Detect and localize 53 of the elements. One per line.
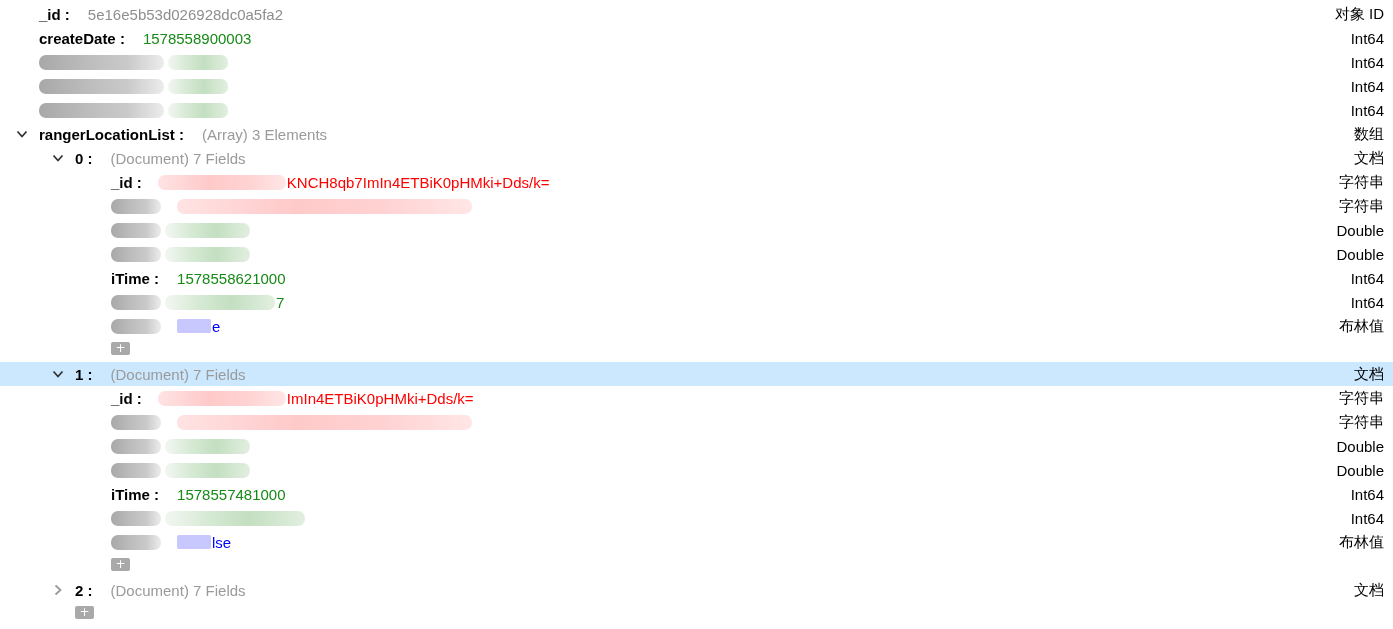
field-type: Int64 xyxy=(1350,77,1384,95)
field-value: 1578557481000 xyxy=(177,485,286,503)
field-type: 文档 xyxy=(1354,580,1384,600)
field-type: 对象 ID xyxy=(1334,4,1384,24)
field-summary: (Document) 7 Fields xyxy=(110,365,246,383)
field-value: 1578558621000 xyxy=(177,269,286,287)
field-summary: (Document) 7 Fields xyxy=(110,149,246,167)
field-value: 7 xyxy=(276,293,285,311)
field-key: iTime : xyxy=(111,485,160,503)
field-type: 文档 xyxy=(1354,364,1384,384)
chevron-right-icon[interactable] xyxy=(52,584,64,596)
field-key: 0 : xyxy=(75,149,93,167)
field-type: 字符串 xyxy=(1339,412,1384,432)
field-value: e xyxy=(212,317,221,335)
field-value: KNCH8qb7ImIn4ETBiK0pHMki+Dds/k= xyxy=(286,173,550,191)
field-type: 文档 xyxy=(1354,148,1384,168)
field-type: Int64 xyxy=(1350,269,1384,287)
field-value: lse xyxy=(212,533,232,551)
field-value: 1578558900003 xyxy=(142,29,252,47)
field-key: 2 : xyxy=(75,581,93,599)
field-type: 字符串 xyxy=(1339,196,1384,216)
field-summary: (Array) 3 Elements xyxy=(202,125,328,143)
field-key: _id : xyxy=(111,389,142,407)
field-type: Int64 xyxy=(1350,101,1384,119)
field-type: Int64 xyxy=(1350,509,1384,527)
field-value: 5e16e5b53d026928dc0a5fa2 xyxy=(87,5,284,23)
field-key: _id : xyxy=(39,5,70,23)
field-type: 字符串 xyxy=(1339,172,1384,192)
field-type: Double xyxy=(1336,461,1384,479)
field-type: Int64 xyxy=(1350,293,1384,311)
field-type: Int64 xyxy=(1350,53,1384,71)
field-summary: (Document) 7 Fields xyxy=(110,581,246,599)
field-type: Int64 xyxy=(1350,29,1384,47)
document-row[interactable]: 2 : (Document) 7 Fields 文档 xyxy=(0,578,1393,602)
field-type: 字符串 xyxy=(1339,388,1384,408)
field-type: Int64 xyxy=(1350,485,1384,503)
field-type: Double xyxy=(1336,245,1384,263)
field-type: Double xyxy=(1336,437,1384,455)
field-key: rangerLocationList : xyxy=(39,125,184,143)
field-key: 1 : xyxy=(75,365,93,383)
field-key: _id : xyxy=(111,173,142,191)
chevron-down-icon[interactable] xyxy=(16,128,28,140)
chevron-down-icon[interactable] xyxy=(52,152,64,164)
field-type: 布林值 xyxy=(1339,532,1384,552)
document-row[interactable]: 1 : (Document) 7 Fields 文档 xyxy=(0,362,1393,386)
field-value: ImIn4ETBiK0pHMki+Dds/k= xyxy=(286,389,474,407)
field-type: 布林值 xyxy=(1339,316,1384,336)
field-key: iTime : xyxy=(111,269,160,287)
field-key: createDate : xyxy=(39,29,125,47)
document-row[interactable]: 0 : (Document) 7 Fields 文档 xyxy=(0,146,1393,170)
field-type: Double xyxy=(1336,221,1384,239)
field-type: 数组 xyxy=(1354,124,1384,144)
chevron-down-icon[interactable] xyxy=(52,368,64,380)
